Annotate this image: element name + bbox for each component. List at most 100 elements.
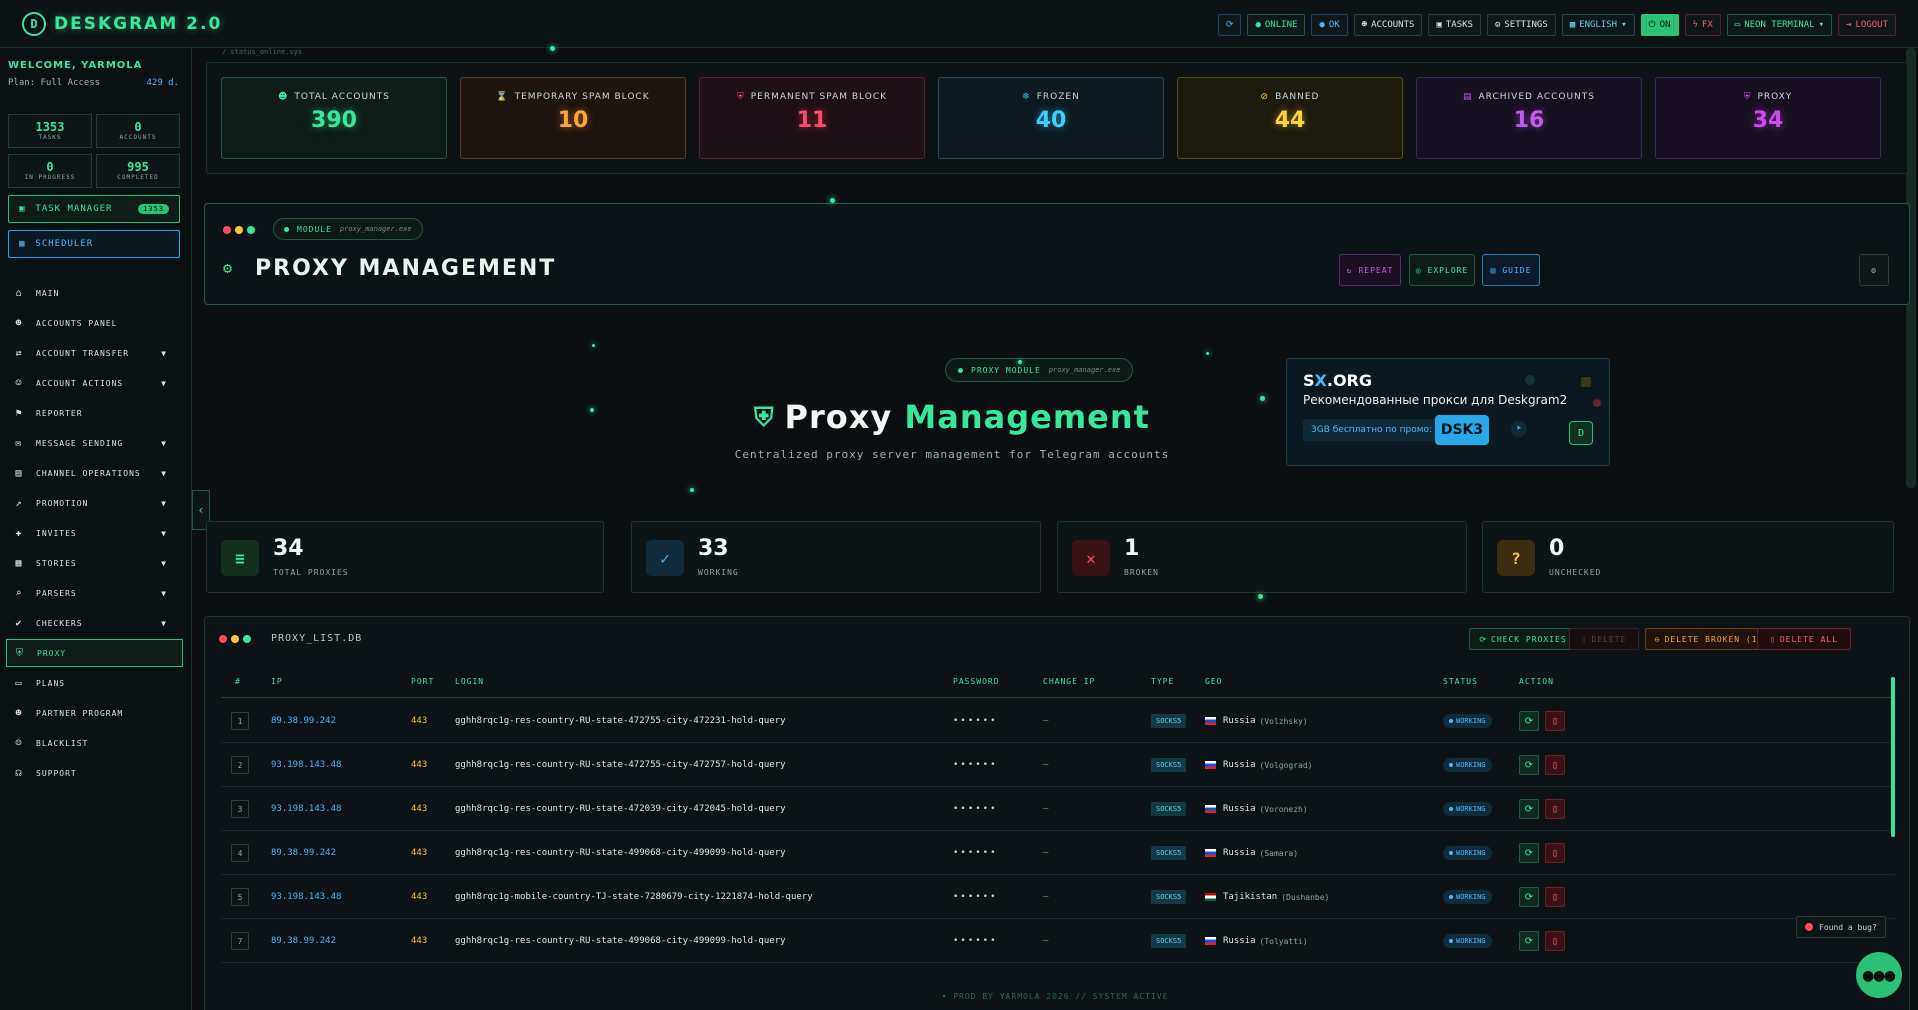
- sidebar-item-support[interactable]: ☊ SUPPORT: [12, 761, 179, 785]
- recheck-button[interactable]: ⟳: [1519, 931, 1539, 951]
- table-row[interactable]: 3 93.198.143.48 443 gghh8rqc1g-res-country-…: [221, 787, 1895, 831]
- language-button[interactable]: ▩ ENGLISH ▾: [1561, 14, 1635, 36]
- sidebar-item-main[interactable]: ⌂ MAIN: [12, 281, 179, 305]
- chevron-down-icon[interactable]: ▼: [161, 589, 167, 598]
- check-proxies-button[interactable]: ⟳ CHECK PROXIES: [1469, 628, 1577, 650]
- chevron-down-icon[interactable]: ▼: [161, 559, 167, 568]
- delete-button[interactable]: ▯ DELETE: [1569, 628, 1639, 650]
- account-card[interactable]: ⛨ PERMANENT SPAM BLOCK 11: [699, 77, 925, 159]
- sidebar-item-accounts-panel[interactable]: ☻ ACCOUNTS PANEL: [12, 311, 179, 335]
- chat-button[interactable]: ●●●: [1856, 952, 1902, 998]
- delete-row-button[interactable]: ▯: [1545, 799, 1565, 819]
- tasks-button[interactable]: ▣ TASKS: [1428, 14, 1481, 36]
- column-header[interactable]: STATUS: [1443, 677, 1478, 686]
- repeat-button[interactable]: ↻ REPEAT: [1339, 254, 1401, 286]
- settings-button[interactable]: ⚙: [1859, 254, 1889, 286]
- minimize-dot[interactable]: [235, 226, 243, 234]
- account-card[interactable]: ⛨ PROXY 34: [1655, 77, 1881, 159]
- theme-button[interactable]: ▭ NEON TERMINAL ▾: [1726, 14, 1833, 36]
- delete-all-button[interactable]: ▯ DELETE ALL: [1757, 628, 1851, 650]
- column-header[interactable]: CHANGE IP: [1043, 677, 1095, 686]
- sidebar-item-proxy[interactable]: ⛨ PROXY: [6, 639, 183, 667]
- delete-broken-1-button[interactable]: ⊖ DELETE BROKEN (1): [1645, 628, 1773, 650]
- ok-button[interactable]: ● OK: [1311, 14, 1348, 36]
- chevron-down-icon[interactable]: ▼: [161, 499, 167, 508]
- sidebar-item-checkers[interactable]: ✔ CHECKERS ▼: [12, 611, 179, 635]
- chevron-down-icon[interactable]: ▼: [161, 469, 167, 478]
- close-dot[interactable]: [219, 635, 227, 643]
- maximize-dot[interactable]: [243, 635, 251, 643]
- recheck-button[interactable]: ⟳: [1519, 755, 1539, 775]
- table-row[interactable]: 1 89.38.99.242 443 gghh8rqc1g-res-country-R…: [221, 699, 1895, 743]
- app-logo[interactable]: D DESKGRAM 2.0: [22, 11, 222, 36]
- fx-button[interactable]: ϟ FX: [1684, 14, 1721, 36]
- accounts-button[interactable]: ☻ ACCOUNTS: [1353, 14, 1423, 36]
- maximize-dot[interactable]: [247, 226, 255, 234]
- sidebar-item-message-sending[interactable]: ✉ MESSAGE SENDING ▼: [12, 431, 179, 455]
- sidebar-item-account-actions[interactable]: ☺ ACCOUNT ACTIONS ▼: [12, 371, 179, 395]
- sidebar-item-plans[interactable]: ▭ PLANS: [12, 671, 179, 695]
- close-dot[interactable]: [223, 226, 231, 234]
- ip-cell[interactable]: 93.198.143.48: [271, 743, 341, 787]
- sidebar-item-channel-operations[interactable]: ▤ CHANNEL OPERATIONS ▼: [12, 461, 179, 485]
- sidebar-item-reporter[interactable]: ⚑ REPORTER: [12, 401, 179, 425]
- online-button[interactable]: ● ONLINE: [1247, 14, 1306, 36]
- chevron-down-icon[interactable]: ▼: [161, 619, 167, 628]
- column-header[interactable]: PASSWORD: [953, 677, 1000, 686]
- sidebar-item-parsers[interactable]: ⌕ PARSERS ▼: [12, 581, 179, 605]
- sidebar-item-account-transfer[interactable]: ⇄ ACCOUNT TRANSFER ▼: [12, 341, 179, 365]
- sidebar-item-invites[interactable]: ✚ INVITES ▼: [12, 521, 179, 545]
- report-bug-button[interactable]: Found a bug?: [1796, 916, 1886, 938]
- table-scrollbar[interactable]: [1891, 677, 1895, 837]
- recheck-button[interactable]: ⟳: [1519, 799, 1539, 819]
- account-card[interactable]: ⊘ BANNED 44: [1177, 77, 1403, 159]
- ip-cell[interactable]: 89.38.99.242: [271, 831, 336, 875]
- explore-button[interactable]: ◎ EXPLORE: [1409, 254, 1475, 286]
- task-manager-button[interactable]: ▣ TASK MANAGER 1353: [8, 195, 180, 223]
- account-card[interactable]: ▤ ARCHIVED ACCOUNTS 16: [1416, 77, 1642, 159]
- ip-cell[interactable]: 93.198.143.48: [271, 787, 341, 831]
- column-header[interactable]: ACTION: [1519, 677, 1554, 686]
- on-button[interactable]: ⏻ ON: [1640, 14, 1679, 36]
- account-card[interactable]: ☻ TOTAL ACCOUNTS 390: [221, 77, 447, 159]
- recheck-button[interactable]: ⟳: [1519, 887, 1539, 907]
- refresh-button[interactable]: ⟳: [1217, 14, 1242, 36]
- promo-banner[interactable]: SX.ORG Рекомендованные прокси для Deskgr…: [1286, 358, 1610, 466]
- ip-cell[interactable]: 89.38.99.242: [271, 699, 336, 743]
- table-row[interactable]: 5 93.198.143.48 443 gghh8rqc1g-mobile-count…: [221, 875, 1895, 919]
- column-header[interactable]: #: [235, 677, 241, 686]
- delete-row-button[interactable]: ▯: [1545, 931, 1565, 951]
- delete-row-button[interactable]: ▯: [1545, 711, 1565, 731]
- recheck-button[interactable]: ⟳: [1519, 843, 1539, 863]
- minimize-dot[interactable]: [231, 635, 239, 643]
- sidebar-item-blacklist[interactable]: ☹ BLACKLIST: [12, 731, 179, 755]
- table-row[interactable]: 7 89.38.99.242 443 gghh8rqc1g-res-country-R…: [221, 919, 1895, 963]
- column-header[interactable]: PORT: [411, 677, 434, 686]
- delete-row-button[interactable]: ▯: [1545, 887, 1565, 907]
- column-header[interactable]: GEO: [1205, 677, 1222, 686]
- chevron-down-icon[interactable]: ▼: [161, 349, 167, 358]
- chevron-down-icon[interactable]: ▼: [161, 379, 167, 388]
- guide-button[interactable]: ▥ GUIDE: [1482, 254, 1540, 286]
- sidebar-item-partner-program[interactable]: ☻ PARTNER PROGRAM: [12, 701, 179, 725]
- ip-cell[interactable]: 93.198.143.48: [271, 875, 341, 919]
- column-header[interactable]: LOGIN: [455, 677, 484, 686]
- delete-row-button[interactable]: ▯: [1545, 755, 1565, 775]
- column-header[interactable]: TYPE: [1151, 677, 1174, 686]
- recheck-button[interactable]: ⟳: [1519, 711, 1539, 731]
- account-card[interactable]: ❄ FROZEN 40: [938, 77, 1164, 159]
- logout-button[interactable]: ⇥ LOGOUT: [1838, 14, 1896, 36]
- column-header[interactable]: IP: [271, 677, 283, 686]
- settings-button[interactable]: ⚙ SETTINGS: [1486, 14, 1556, 36]
- ip-cell[interactable]: 89.38.99.242: [271, 919, 336, 963]
- scheduler-button[interactable]: ▦ SCHEDULER: [8, 230, 180, 258]
- delete-row-button[interactable]: ▯: [1545, 843, 1565, 863]
- chevron-down-icon[interactable]: ▼: [161, 529, 167, 538]
- table-row[interactable]: 4 89.38.99.242 443 gghh8rqc1g-res-country-R…: [221, 831, 1895, 875]
- table-row[interactable]: 2 93.198.143.48 443 gghh8rqc1g-res-country-…: [221, 743, 1895, 787]
- account-card[interactable]: ⌛ TEMPORARY SPAM BLOCK 10: [460, 77, 686, 159]
- chevron-down-icon[interactable]: ▼: [161, 439, 167, 448]
- sidebar-item-stories[interactable]: ▦ STORIES ▼: [12, 551, 179, 575]
- sidebar-item-promotion[interactable]: ↗ PROMOTION ▼: [12, 491, 179, 515]
- promo-code[interactable]: DSK3: [1435, 415, 1489, 445]
